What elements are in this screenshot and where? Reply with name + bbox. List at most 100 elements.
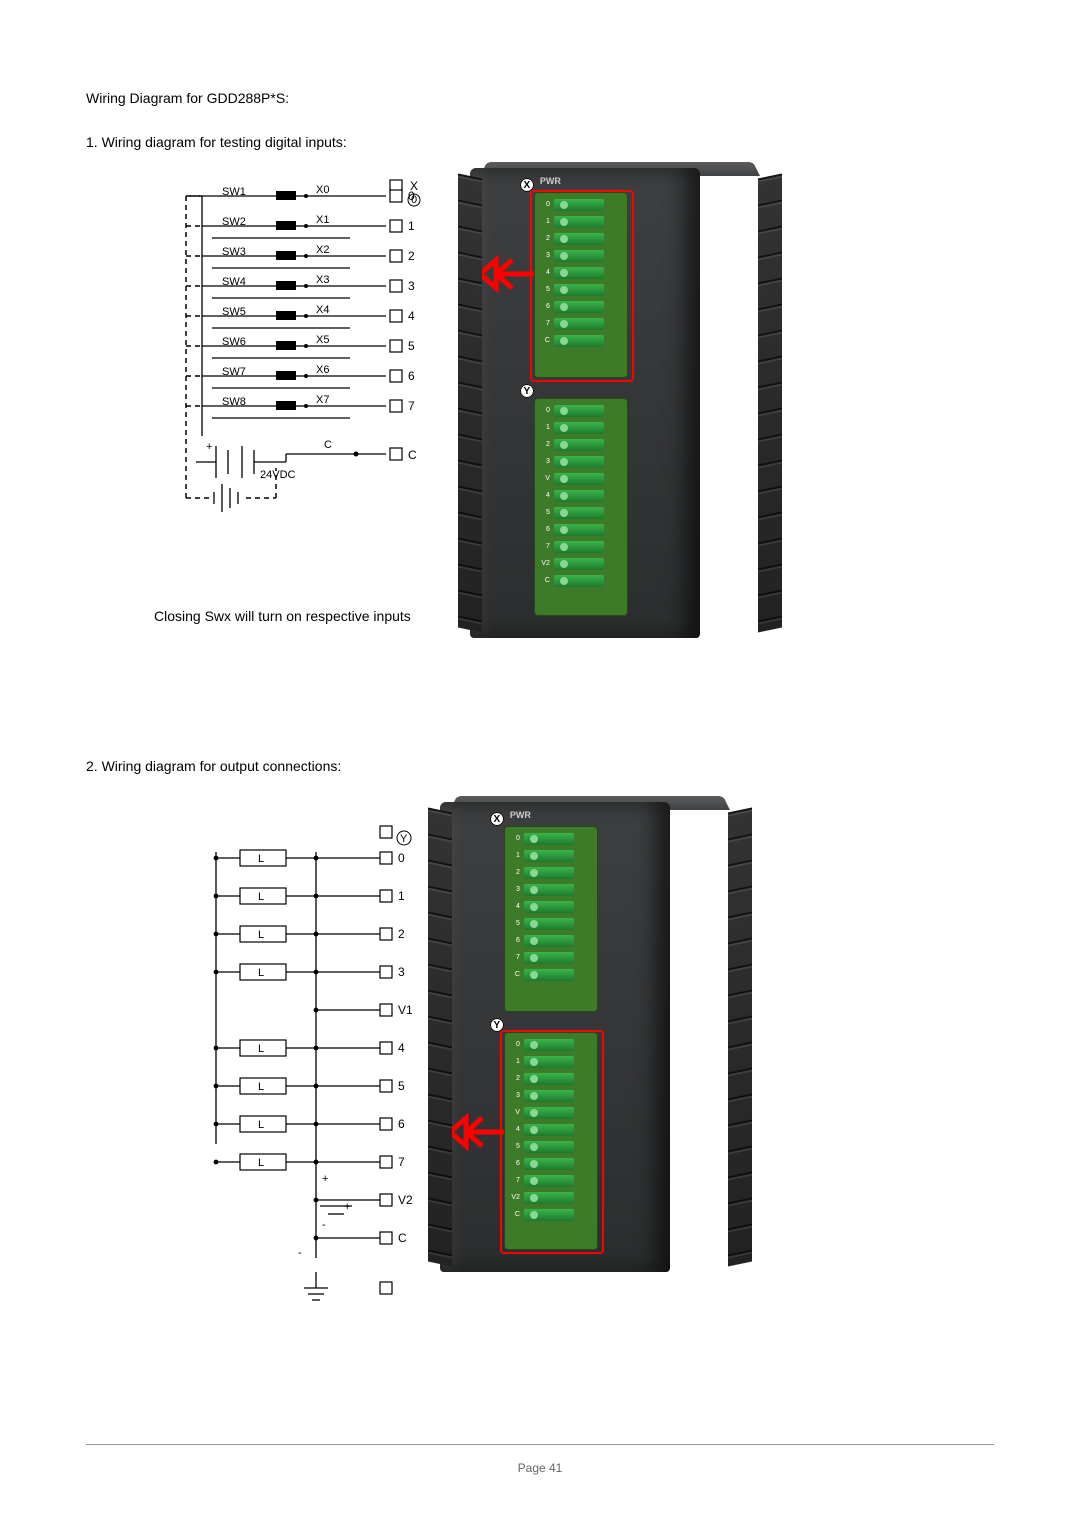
svg-text:Y: Y [400, 833, 408, 845]
terminal-row: 2 [506, 864, 596, 881]
pwr-label: PWR [540, 176, 561, 186]
terminal-row: 2 [536, 230, 626, 247]
svg-text:X2: X2 [316, 244, 329, 256]
terminal-row: 1 [536, 419, 626, 436]
terminal-row: 0 [506, 830, 596, 847]
terminal-row: 1 [506, 1053, 596, 1070]
terminal-block-x: X 01234567C [534, 192, 628, 378]
terminal-row: V2 [506, 1189, 596, 1206]
svg-text:C: C [324, 439, 332, 451]
svg-text:3: 3 [408, 279, 415, 293]
svg-text:L: L [258, 967, 264, 979]
section2-title: 2. Wiring diagram for output connections… [86, 758, 994, 774]
terminal-row: 0 [536, 402, 626, 419]
terminal-row: V [536, 470, 626, 487]
highlight-arrow-outputs [446, 1112, 506, 1152]
terminal-row: 4 [506, 898, 596, 915]
section1-title: 1. Wiring diagram for testing digital in… [86, 134, 994, 150]
page-title: Wiring Diagram for GDD288P*S: [86, 90, 994, 106]
terminal-row: 4 [536, 487, 626, 504]
svg-text:6: 6 [398, 1117, 405, 1131]
terminal-row: 7 [536, 315, 626, 332]
svg-text:0: 0 [408, 189, 415, 203]
svg-text:V1: V1 [398, 1003, 413, 1017]
input-row: SW5 X4 4 [186, 304, 415, 346]
svg-text:4: 4 [408, 309, 415, 323]
figure-outputs: .t { font: 12px Arial; } .ts { font: 11p… [86, 802, 994, 1322]
terminal-row: 7 [536, 538, 626, 555]
svg-text:X5: X5 [316, 334, 329, 346]
input-row: SW6 X5 5 [186, 334, 415, 376]
pwr-label-2: PWR [510, 810, 531, 820]
terminal-row: 5 [506, 915, 596, 932]
input-row: SW3 X2 2 [186, 244, 415, 286]
terminal-row: C [506, 966, 596, 983]
svg-text:3: 3 [398, 965, 405, 979]
caption-inputs: Closing Swx will turn on respective inpu… [154, 608, 411, 624]
svg-text:5: 5 [398, 1079, 405, 1093]
svg-text:2: 2 [408, 249, 415, 263]
terminal-row: 2 [506, 1070, 596, 1087]
output-schematic: .t { font: 12px Arial; } .ts { font: 11p… [176, 822, 426, 1322]
module-left-edge [428, 807, 452, 1266]
terminal-row: 0 [506, 1036, 596, 1053]
terminal-row: C [506, 1206, 596, 1223]
figure-inputs: .t { font: 12px Arial; } .ts { font: 11p… [86, 178, 994, 688]
svg-text:L: L [258, 1081, 264, 1093]
terminal-row: 4 [506, 1121, 596, 1138]
terminal-row: 5 [536, 281, 626, 298]
marker-y-2: Y [490, 1018, 504, 1032]
svg-text:X0: X0 [316, 184, 329, 196]
footer-rule [86, 1444, 994, 1445]
input-row: SW1 X0 0 [186, 184, 415, 226]
terminal-row: 6 [536, 521, 626, 538]
terminal-row: 5 [506, 1138, 596, 1155]
terminal-row: V2 [536, 555, 626, 572]
svg-text:+: + [206, 441, 212, 453]
marker-x-2: X [490, 812, 504, 826]
terminal-row: 6 [506, 1155, 596, 1172]
svg-text:2: 2 [398, 927, 405, 941]
highlight-arrow-inputs [476, 254, 536, 294]
svg-text:L: L [258, 1043, 264, 1055]
svg-text:X7: X7 [316, 394, 329, 406]
input-row: SW2 X1 1 [186, 214, 415, 256]
module-left-edge [458, 173, 482, 632]
input-schematic-svg: .t { font: 12px Arial; } .ts { font: 11p… [156, 178, 436, 588]
svg-text:+: + [322, 1173, 328, 1185]
svg-text:4: 4 [398, 1041, 405, 1055]
terminal-row: 3 [536, 453, 626, 470]
svg-text:7: 7 [398, 1155, 405, 1169]
svg-text:1: 1 [398, 889, 405, 903]
terminal-row: 2 [536, 436, 626, 453]
module-image-2: PWR X 01234567C Y 0123V4567V2C [440, 802, 740, 1272]
svg-text:5: 5 [408, 339, 415, 353]
svg-text:X6: X6 [316, 364, 329, 376]
terminal-row: 4 [536, 264, 626, 281]
marker-x: X [520, 178, 534, 192]
svg-text:+: + [344, 1201, 350, 1213]
svg-text:X3: X3 [316, 274, 329, 286]
svg-text:-: - [322, 1219, 326, 1231]
module-image-1: PWR X 01234567C Y 0123V4567V2C [470, 168, 770, 638]
input-row: SW4 X3 3 [186, 274, 415, 316]
svg-text:0: 0 [398, 851, 405, 865]
svg-text:1: 1 [408, 219, 415, 233]
svg-text:L: L [258, 929, 264, 941]
terminal-row: 3 [506, 881, 596, 898]
module-right-edge [758, 173, 782, 632]
terminal-block-x-2: X 01234567C [504, 826, 598, 1012]
page-number: Page 41 [0, 1461, 1080, 1475]
terminal-row: C [536, 572, 626, 589]
svg-text:C: C [398, 1231, 407, 1245]
input-row: SW8 X7 7 [186, 394, 415, 436]
terminal-row: 7 [506, 1172, 596, 1189]
terminal-row: 3 [536, 247, 626, 264]
svg-text:X4: X4 [316, 304, 329, 316]
module-right-edge [728, 807, 752, 1266]
terminal-row: 6 [506, 932, 596, 949]
svg-text:7: 7 [408, 399, 415, 413]
svg-text:L: L [258, 853, 264, 865]
terminal-row: 0 [536, 196, 626, 213]
svg-text:6: 6 [408, 369, 415, 383]
